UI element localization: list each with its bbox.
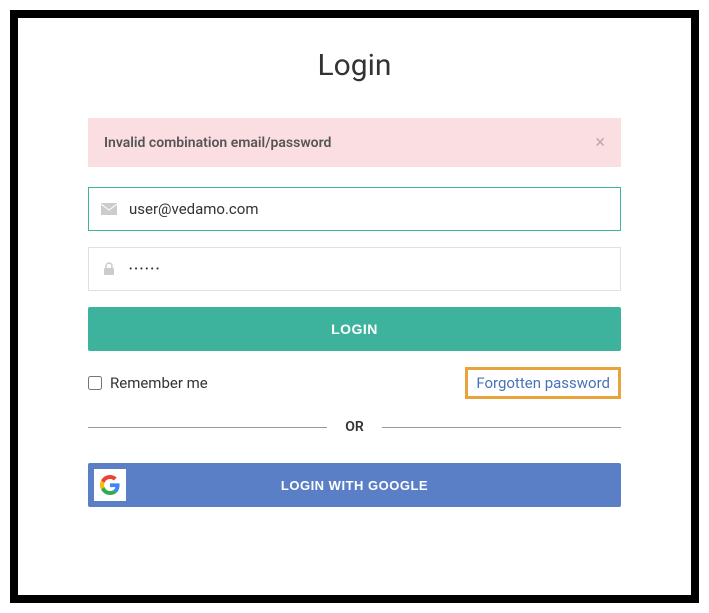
remember-me[interactable]: Remember me <box>88 374 208 392</box>
password-input-group[interactable] <box>88 247 621 291</box>
login-form: Invalid combination email/password × <box>88 118 621 507</box>
email-field[interactable] <box>129 188 620 230</box>
close-icon[interactable]: × <box>595 132 605 153</box>
divider-line-right <box>382 427 621 428</box>
password-field[interactable] <box>129 248 620 290</box>
login-button[interactable]: LOGIN <box>88 307 621 351</box>
lock-icon <box>89 262 129 276</box>
email-input-group[interactable] <box>88 187 621 231</box>
divider-line-left <box>88 427 327 428</box>
divider-text: OR <box>327 419 382 435</box>
forgotten-password-link[interactable]: Forgotten password <box>465 367 621 399</box>
options-row: Remember me Forgotten password <box>88 367 621 399</box>
error-message: Invalid combination email/password <box>104 135 331 151</box>
error-alert: Invalid combination email/password × <box>88 118 621 167</box>
remember-label: Remember me <box>110 374 208 392</box>
envelope-icon <box>89 203 129 215</box>
page-title: Login <box>318 48 392 83</box>
remember-checkbox[interactable] <box>88 376 102 390</box>
google-button-label: LOGIN WITH GOOGLE <box>281 478 428 493</box>
login-with-google-button[interactable]: LOGIN WITH GOOGLE <box>88 463 621 507</box>
login-panel: Login Invalid combination email/password… <box>10 10 699 603</box>
google-icon <box>94 469 126 501</box>
divider: OR <box>88 419 621 435</box>
